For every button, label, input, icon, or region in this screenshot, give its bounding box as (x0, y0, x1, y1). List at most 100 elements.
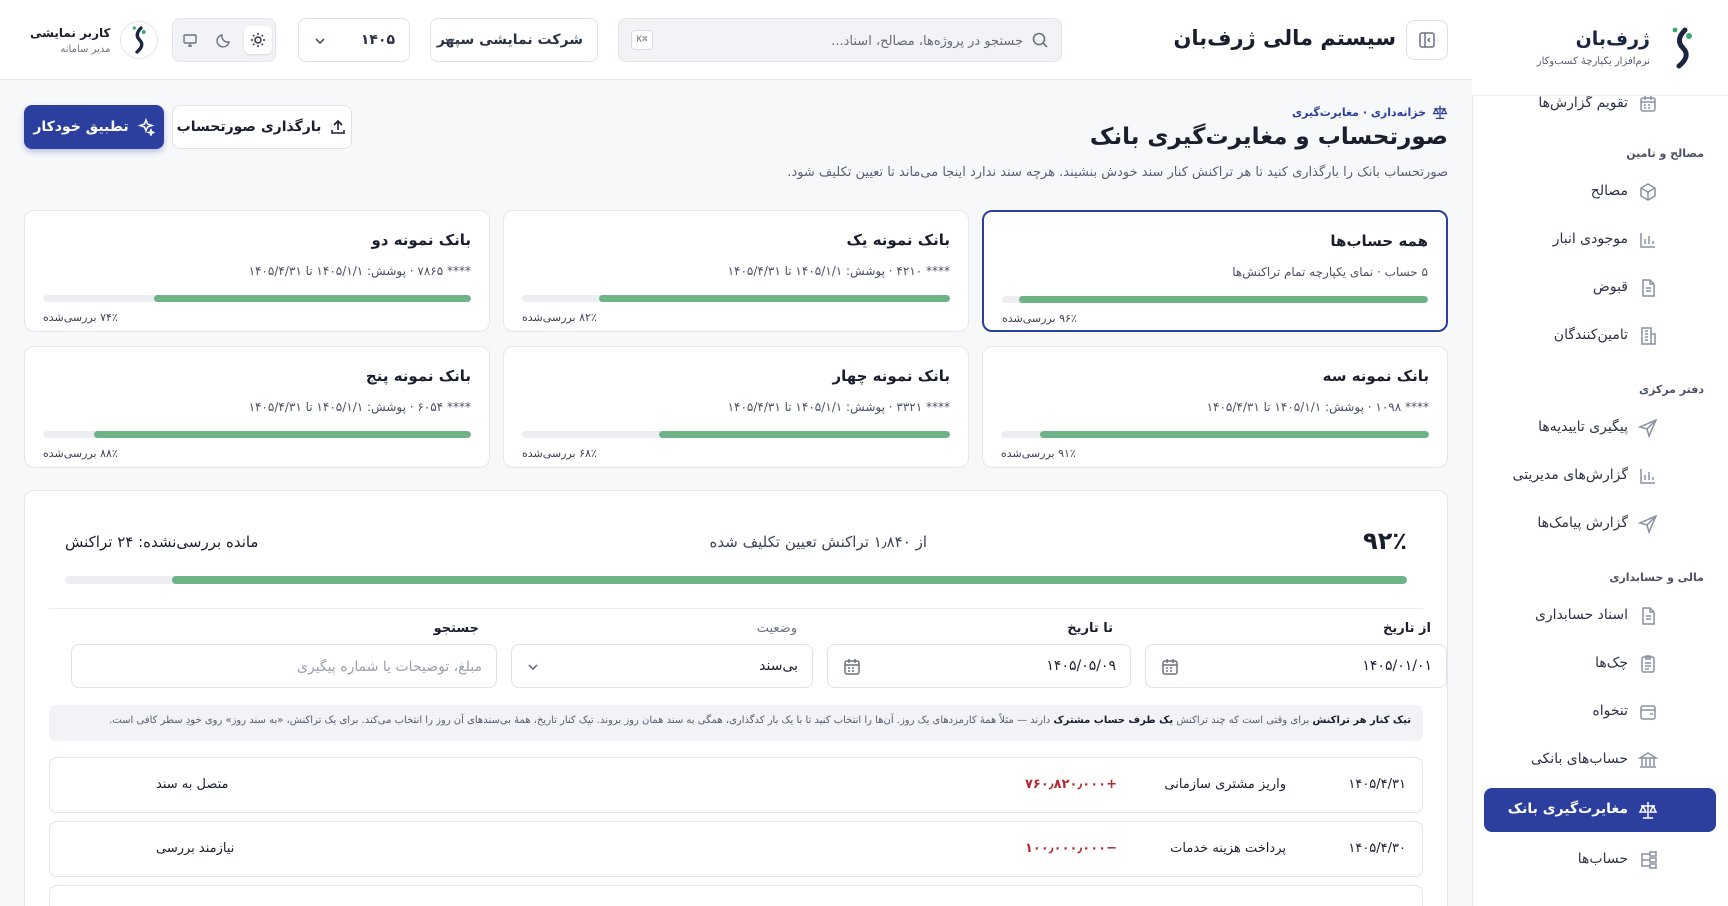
sidebar-item-bills[interactable]: قبوض (1472, 264, 1728, 312)
chevron-down-icon (528, 664, 538, 671)
account-progress-label: ۷۴٪ بررسی‌شده (43, 311, 118, 324)
company-select-value: شرکت نمایشی سپهر (436, 32, 583, 48)
account-card-all[interactable]: همه حساب‌ها ۵ حساب · نمای یکپارچه تمام ت… (982, 210, 1448, 332)
user-name: کاربر نمایشی (30, 25, 111, 40)
page-title: صورتحساب و مغایرت‌گیری بانک (1089, 124, 1448, 150)
transaction-search[interactable] (71, 644, 497, 688)
calendar-icon (1162, 659, 1178, 675)
document-icon (1642, 279, 1655, 297)
notice-text: برای وقتی است که چند تراکنش (1173, 715, 1313, 726)
account-progress-fill (1019, 296, 1428, 303)
avatar (120, 21, 159, 59)
table-row[interactable]: ۱۴۰۵/۴/۳۱ واریز مشتری سازمانی +۷۶۰٫۸۲۰٫۰… (49, 757, 1423, 813)
global-search[interactable]: K⌘ (618, 18, 1062, 62)
user-menu[interactable]: کاربر نمایشی مدیر سامانه (30, 20, 159, 60)
sidebar-item-label: مصالح (1590, 183, 1628, 199)
sidebar-item-petty-cash[interactable]: تنخواه (1472, 688, 1728, 736)
account-progress-bar (522, 295, 950, 302)
bar-chart-icon (1640, 469, 1655, 484)
building-icon (1641, 327, 1656, 345)
sidebar-item-materials[interactable]: مصالح (1472, 168, 1728, 216)
sidebar-item-cheques[interactable]: چک‌ها (1472, 640, 1728, 688)
account-progress-bar (522, 431, 950, 438)
system-theme-button[interactable] (176, 26, 204, 54)
user-role: مدیر سامانه (60, 43, 111, 55)
sidebar-item-bank-reconciliation[interactable]: مغایرت‌گیری بانک (1484, 788, 1716, 832)
transaction-status: متصل به سند (156, 777, 229, 792)
from-date-input[interactable]: ۱۴۰۵/۰۱/۰۱ (1145, 644, 1447, 688)
sidebar-toggle-button[interactable] (1406, 20, 1448, 60)
account-card-bank-4[interactable]: بانک نمونه چهار **** ۳۳۲۱ · پوشش: ۱۴۰۵/۱… (503, 346, 969, 468)
sidebar-item-approvals[interactable]: پیگیری تاییدیه‌ها (1472, 404, 1728, 452)
breadcrumb-text: خزانه‌داری · مغایرت‌گیری (1292, 105, 1426, 119)
notice-bold: تیک کنار هر تراکنش (1312, 715, 1411, 726)
account-meta: ۵ حساب · نمای یکپارچه تمام تراکنش‌ها (1232, 265, 1428, 279)
account-card-bank-2[interactable]: بانک نمونه دو **** ۷۸۶۵ · پوشش: ۱۴۰۵/۱/۱… (24, 210, 490, 332)
bulk-select-notice: تیک کنار هر تراکنش برای وقتی است که چند … (49, 705, 1423, 741)
upload-icon (331, 119, 346, 134)
status-filter-select[interactable]: بی‌سند (511, 644, 813, 688)
moon-icon (216, 34, 230, 48)
fiscal-year-select[interactable]: ۱۴۰۵ (298, 18, 410, 62)
bank-icon (1638, 752, 1658, 768)
company-select[interactable]: شرکت نمایشی سپهر (430, 18, 598, 62)
wallet-icon (1640, 705, 1656, 720)
account-meta: **** ۷۸۶۵ · پوشش: ۱۴۰۵/۱/۱ تا ۱۴۰۵/۴/۳۱ (248, 264, 471, 278)
account-card-bank-5[interactable]: بانک نمونه پنج **** ۶۰۵۴ · پوشش: ۱۴۰۵/۱/… (24, 346, 490, 468)
sidebar-item-vouchers[interactable]: اسناد حسابداری (1472, 592, 1728, 640)
sidebar-item-label: تنخواه (1592, 703, 1628, 719)
scale-icon (1432, 105, 1448, 120)
sidebar-item-label: تامین‌کنندگان (1553, 327, 1628, 343)
table-row[interactable] (49, 885, 1423, 906)
sidebar-toggle-icon (1419, 32, 1435, 48)
account-meta: **** ۶۰۵۴ · پوشش: ۱۴۰۵/۱/۱ تا ۱۴۰۵/۴/۳۱ (248, 400, 471, 414)
auto-match-label: تطبیق خودکار (33, 119, 129, 135)
light-theme-button[interactable] (244, 26, 272, 54)
auto-match-button[interactable]: تطبیق خودکار (24, 105, 164, 149)
account-name: بانک نمونه یک (846, 231, 950, 249)
clipboard-icon (1641, 655, 1655, 673)
account-meta: **** ۴۲۱۰ · پوشش: ۱۴۰۵/۱/۱ تا ۱۴۰۵/۴/۳۱ (727, 264, 950, 278)
sidebar-item-label: گزارش پیامک‌ها (1537, 515, 1628, 531)
table-row[interactable]: ۱۴۰۵/۴/۳۰ پرداخت هزینه خدمات −۱۰۰٫۰۰۰٫۰۰… (49, 821, 1423, 877)
transaction-status: نیازمند بررسی (156, 841, 235, 856)
to-date-input[interactable]: ۱۴۰۵/۰۵/۰۹ (827, 644, 1131, 688)
reconciliation-panel: ۹۲٪ از ۱٫۸۴۰ تراکنش تعیین تکلیف شده ماند… (24, 490, 1448, 906)
sidebar-item-accounts[interactable]: حساب‌ها (1472, 836, 1728, 884)
dark-theme-button[interactable] (210, 26, 238, 54)
account-card-bank-1[interactable]: بانک نمونه یک **** ۴۲۱۰ · پوشش: ۱۴۰۵/۱/۱… (503, 210, 969, 332)
transaction-search-input[interactable] (102, 655, 482, 679)
summary-progress-bar (65, 576, 1407, 584)
box-icon (1640, 183, 1656, 201)
account-progress-fill (154, 295, 471, 302)
summary-text: از ۱٫۸۴۰ تراکنش تعیین تکلیف شده (709, 533, 927, 551)
sidebar-item-bank-accounts[interactable]: حساب‌های بانکی (1472, 736, 1728, 784)
sidebar-item-management-reports[interactable]: گزارش‌های مدیریتی (1472, 452, 1728, 500)
theme-switcher (172, 18, 276, 62)
account-progress-bar (43, 295, 471, 302)
transaction-date: ۱۴۰۵/۴/۳۰ (1348, 841, 1406, 856)
send-icon (1638, 514, 1658, 534)
calendar-icon (844, 659, 860, 675)
account-name: بانک نمونه پنج (365, 367, 471, 385)
sidebar-item-inventory[interactable]: موجودی انبار (1472, 216, 1728, 264)
account-name: بانک نمونه چهار (832, 367, 950, 385)
fiscal-year-value: ۱۴۰۵ (360, 32, 395, 48)
search-input[interactable] (663, 29, 1023, 53)
sidebar-item-label: تقویم گزارش‌ها (1538, 95, 1628, 111)
from-date-label: از تاریخ (1383, 621, 1431, 636)
account-progress-label: ۹۱٪ بررسی‌شده (1001, 447, 1076, 460)
sidebar-item-label: اسناد حسابداری (1534, 607, 1628, 623)
account-progress-fill (658, 431, 950, 438)
account-card-bank-3[interactable]: بانک نمونه سه **** ۱۰۹۸ · پوشش: ۱۴۰۵/۱/۱… (982, 346, 1448, 468)
sidebar-brand[interactable]: ژرف‌بان نرم‌افزار یکپارچهٔ کسب‌وکار (1472, 0, 1728, 96)
tree-icon (1641, 851, 1657, 869)
search-shortcut-badge: K⌘ (631, 30, 653, 50)
account-progress-fill (1039, 431, 1429, 438)
summary-progress-fill (172, 576, 1407, 584)
chevron-down-icon (445, 38, 455, 45)
sidebar-item-suppliers[interactable]: تامین‌کنندگان (1472, 312, 1728, 360)
sidebar-item-sms-report[interactable]: گزارش پیامک‌ها (1472, 500, 1728, 548)
status-filter-label: وضعیت (756, 621, 797, 636)
upload-statement-button[interactable]: بارگذاری صورتحساب (172, 105, 352, 149)
